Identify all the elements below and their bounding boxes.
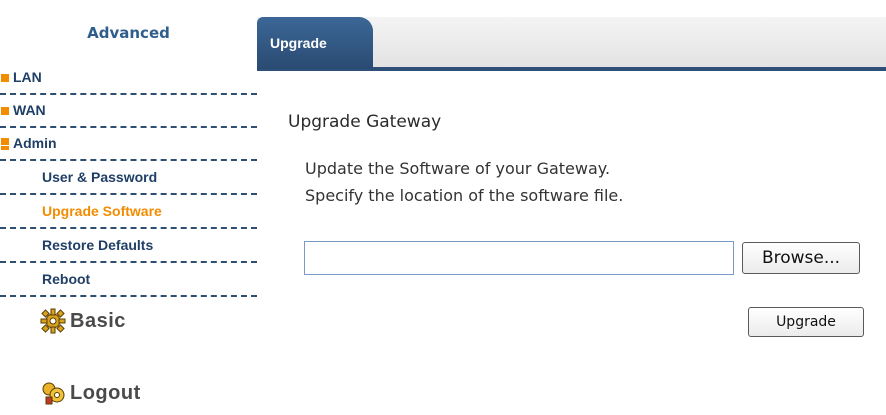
divider bbox=[0, 227, 257, 229]
basic-link-label: Basic bbox=[70, 310, 126, 332]
bullet-icon bbox=[1, 74, 9, 82]
bullet-icon bbox=[1, 107, 9, 115]
sidebar-item-label: Upgrade Software bbox=[42, 203, 162, 219]
sidebar-item-reboot[interactable]: Reboot bbox=[0, 264, 257, 297]
sidebar-item-label: LAN bbox=[13, 69, 42, 85]
sidebar-item-label: Restore Defaults bbox=[42, 237, 154, 253]
sidebar-item-restore-defaults[interactable]: Restore Defaults bbox=[0, 230, 257, 263]
description-line-1: Update the Software of your Gateway. bbox=[305, 159, 611, 178]
sidebar-item-user-password[interactable]: User & Password bbox=[0, 162, 257, 195]
sidebar-item-label: WAN bbox=[13, 102, 46, 118]
sidebar-item-label: User & Password bbox=[42, 169, 158, 185]
sidebar-item-label: Admin bbox=[13, 135, 57, 151]
logout-icon bbox=[42, 382, 65, 405]
gear-icon bbox=[40, 308, 66, 334]
tab-label: Upgrade bbox=[270, 35, 327, 51]
divider bbox=[0, 261, 257, 263]
tab-upgrade[interactable]: Upgrade bbox=[257, 17, 373, 69]
divider bbox=[0, 193, 257, 195]
basic-link[interactable]: Basic bbox=[40, 306, 240, 338]
sidebar-item-admin[interactable]: Admin bbox=[0, 128, 257, 161]
sidebar-title: Advanced bbox=[87, 24, 170, 42]
divider bbox=[0, 295, 257, 297]
sidebar-item-label: Reboot bbox=[42, 271, 91, 287]
logout-link[interactable]: Logout bbox=[40, 378, 240, 410]
browse-button[interactable]: Browse... bbox=[742, 242, 860, 274]
description-line-2: Specify the location of the software fil… bbox=[305, 186, 624, 205]
logout-link-label: Logout bbox=[70, 382, 141, 404]
sidebar-item-lan[interactable]: LAN bbox=[0, 62, 257, 95]
file-path-input[interactable] bbox=[304, 241, 734, 275]
sidebar-item-wan[interactable]: WAN bbox=[0, 95, 257, 128]
expanded-bullet-icon bbox=[1, 142, 9, 146]
sidebar: Advanced LAN WAN Admin User & Password U… bbox=[0, 0, 257, 415]
divider bbox=[0, 159, 257, 161]
page-title: Upgrade Gateway bbox=[288, 112, 442, 132]
upgrade-button[interactable]: Upgrade bbox=[748, 307, 864, 337]
sidebar-item-upgrade-software[interactable]: Upgrade Software bbox=[0, 196, 257, 229]
